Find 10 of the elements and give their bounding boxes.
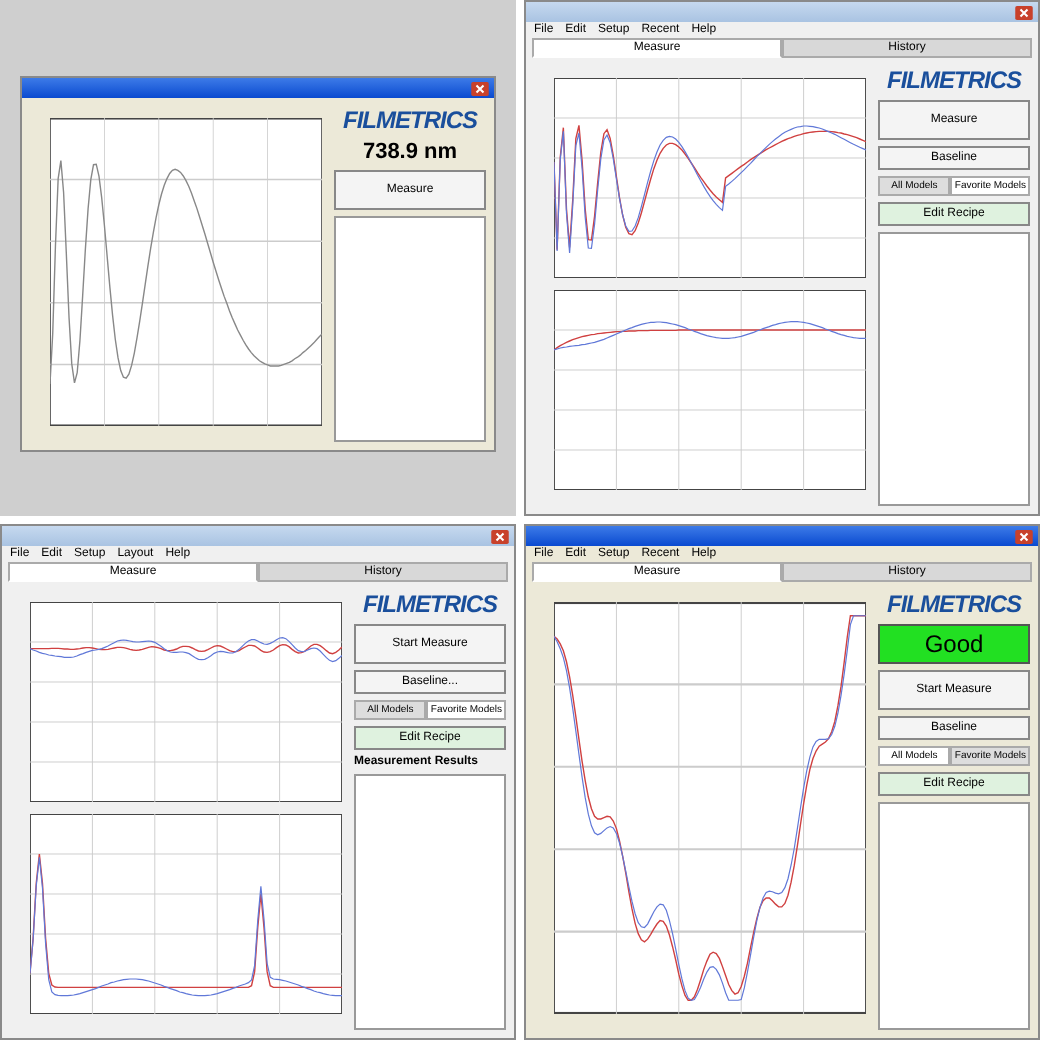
status-badge: Good (878, 624, 1030, 664)
logo: FILMETRICS (361, 590, 500, 618)
logo: FILMETRICS (341, 106, 480, 134)
logo: FILMETRICS (885, 66, 1024, 94)
logo: FILMETRICS (885, 590, 1024, 618)
close-icon[interactable] (490, 529, 510, 543)
close-icon[interactable] (470, 81, 490, 95)
thickness-reading: 738.9 nm (360, 140, 460, 164)
close-icon[interactable] (1014, 529, 1034, 543)
close-icon[interactable] (1014, 5, 1034, 19)
